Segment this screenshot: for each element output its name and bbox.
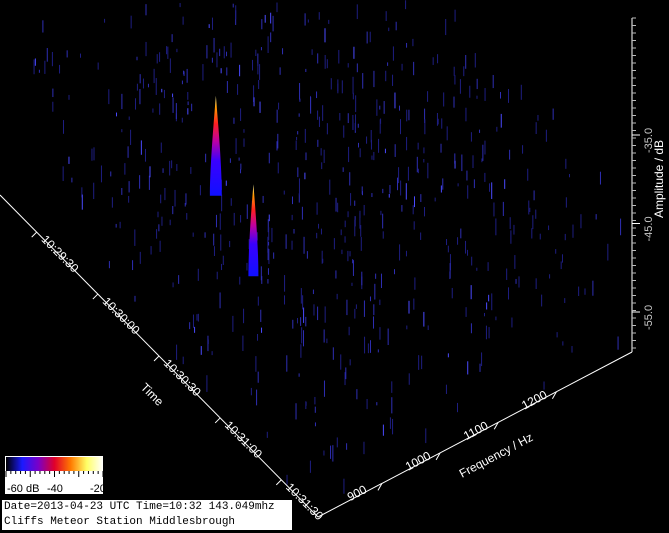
amplitude-tick-label: -55.0: [643, 305, 655, 330]
color-scale-legend: -60 dB -40 -20: [4, 455, 105, 495]
color-scale-label-mid: -40: [47, 483, 63, 495]
frequency-tick-label: 1100: [461, 418, 491, 443]
frequency-tick-label: 1200: [519, 387, 549, 412]
axis-ticks: 10:29:3010:30:0010:30:3010:31:0010:31:30…: [31, 17, 655, 523]
frequency-tick-label: 1000: [403, 448, 433, 473]
amplitude-tick-label: -45.0: [643, 216, 655, 241]
time-tick-label: 10:29:30: [39, 232, 82, 275]
time-tick: [92, 293, 99, 300]
time-tick: [214, 417, 221, 424]
axes: [0, 18, 633, 518]
time-tick-label: 10:30:00: [100, 294, 143, 337]
amplitude-axis-title: Amplitude / dB: [652, 140, 666, 218]
meteor-event-spike: [209, 95, 222, 196]
color-scale-label-min: -60 dB: [7, 483, 39, 495]
time-tick-label: 10:31:00: [222, 418, 265, 461]
caption-line-station: Cliffs Meteor Station Middlesbrough: [4, 516, 236, 528]
station-caption: Date=2013-04-23 UTC Time=10:32 143.049mh…: [1, 499, 293, 531]
time-tick: [31, 231, 38, 238]
time-axis-title: Time: [138, 380, 167, 409]
waterfall-plot: 10:29:3010:30:0010:30:3010:31:0010:31:30…: [0, 0, 666, 523]
meteor-event-spike: [248, 184, 259, 277]
color-scale-bar: [6, 457, 103, 471]
caption-line-date: Date=2013-04-23 UTC Time=10:32 143.049mh…: [4, 501, 275, 513]
color-scale-ticks: [5, 471, 104, 477]
time-tick: [153, 355, 160, 362]
noise-streaks: [33, 0, 622, 494]
color-scale-label-max: -20: [90, 483, 105, 495]
time-tick-label: 10:30:30: [161, 356, 204, 399]
time-tick: [275, 479, 282, 486]
